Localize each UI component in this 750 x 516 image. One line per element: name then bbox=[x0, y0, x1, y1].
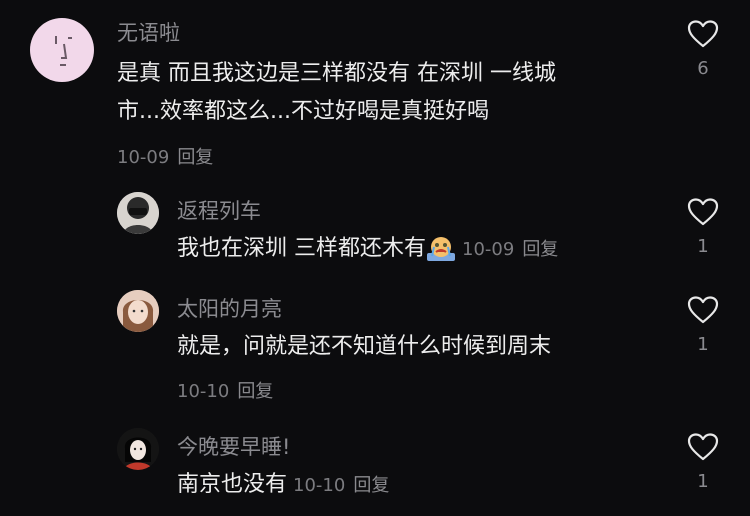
comment-date: 10-10 bbox=[293, 475, 346, 496]
avatar[interactable] bbox=[117, 428, 159, 470]
like-button[interactable]: 1 bbox=[683, 296, 723, 355]
username[interactable]: 无语啦 bbox=[117, 17, 180, 47]
heart-outline-icon bbox=[687, 198, 719, 226]
comment-date: 10-10 bbox=[177, 381, 230, 402]
reply-button[interactable]: 回复 bbox=[177, 147, 213, 168]
like-button[interactable]: 6 bbox=[683, 20, 723, 79]
comment-meta: 10-09 回复 bbox=[117, 143, 213, 169]
face-avatar-icon bbox=[55, 36, 72, 66]
reply-button[interactable]: 回复 bbox=[522, 239, 558, 260]
reply-button[interactable]: 回复 bbox=[237, 381, 273, 402]
person-avatar-icon bbox=[117, 192, 159, 234]
like-count: 1 bbox=[697, 471, 709, 492]
comment-text-line: 市...效率都这么...不过好喝是真挺好喝 bbox=[117, 99, 489, 124]
username[interactable]: 今晚要早睡! bbox=[177, 431, 290, 461]
comment-text-line: 是真 而且我这边是三样都没有 在深圳 一线城 bbox=[117, 61, 556, 86]
username[interactable]: 返程列车 bbox=[177, 195, 261, 225]
reply-button[interactable]: 回复 bbox=[353, 475, 389, 496]
person-avatar-icon bbox=[117, 428, 159, 470]
comment-text[interactable]: 是真 而且我这边是三样都没有 在深圳 一线城 市...效率都这么...不过好喝是… bbox=[117, 55, 556, 131]
comment-text-body: 我也在深圳 三样都还木有 bbox=[177, 236, 426, 261]
person-avatar-icon bbox=[117, 290, 159, 332]
heart-outline-icon bbox=[687, 20, 719, 48]
username[interactable]: 太阳的月亮 bbox=[177, 293, 282, 323]
comment-meta: 10-10 回复 bbox=[177, 377, 273, 403]
like-count: 1 bbox=[697, 334, 709, 355]
avatar[interactable] bbox=[117, 290, 159, 332]
like-count: 1 bbox=[697, 236, 709, 257]
avatar[interactable] bbox=[117, 192, 159, 234]
crying-emoji-icon bbox=[426, 236, 456, 262]
like-count: 6 bbox=[697, 58, 709, 79]
comment-text[interactable]: 我也在深圳 三样都还木有 10-09 回复 bbox=[177, 230, 558, 269]
comment-date: 10-09 bbox=[117, 147, 170, 168]
like-button[interactable]: 1 bbox=[683, 198, 723, 257]
avatar[interactable] bbox=[30, 18, 94, 82]
heart-outline-icon bbox=[687, 433, 719, 461]
comment-text-body: 南京也没有 bbox=[177, 472, 288, 497]
comment-text[interactable]: 就是，问就是还不知道什么时候到周末 bbox=[177, 328, 551, 366]
comment-date: 10-09 bbox=[462, 239, 515, 260]
like-button[interactable]: 1 bbox=[683, 433, 723, 492]
heart-outline-icon bbox=[687, 296, 719, 324]
comment-text[interactable]: 南京也没有 10-10 回复 bbox=[177, 466, 389, 505]
